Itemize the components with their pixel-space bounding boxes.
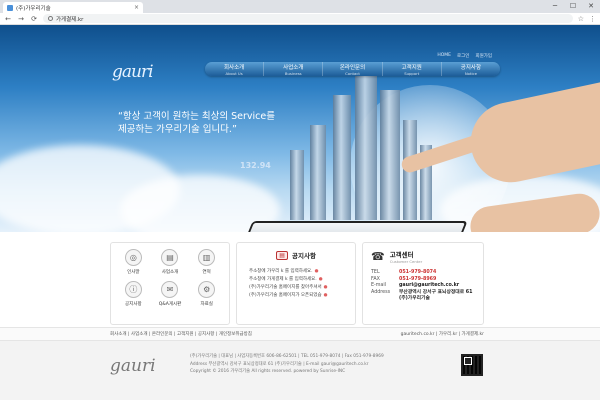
hero-slogan: “항상 고객이 원하는 최상의 Service를 제공하는 가우리기술 입니다.…	[118, 110, 275, 136]
building-image	[333, 95, 351, 220]
contact-row: (주)가우리기술	[399, 296, 430, 301]
document-icon: ▤	[161, 249, 179, 266]
new-badge-icon: ●	[314, 269, 319, 274]
building-image	[355, 70, 377, 220]
notice-item[interactable]: 주소창에 가게결제 k 를 입력하세요. ●	[249, 276, 347, 284]
browser-menu-icon[interactable]: ⋮	[589, 15, 596, 23]
chart-number: 132.94	[240, 161, 271, 170]
customer-center-box: ☎ 고객센터 Customer Center TEL 051-979-8074 F…	[362, 242, 484, 325]
globe-icon: ◎	[124, 249, 142, 266]
footer-nav: 회사소개 | 사업소개 | 온라인문의 | 고객지원 | 공지사항 | 개인정보…	[0, 327, 600, 341]
util-link-login[interactable]: 로그인	[457, 53, 469, 59]
customer-title: 고객센터	[389, 251, 414, 259]
gear-icon: ⚙	[198, 281, 216, 298]
main-nav: 회사소개 About Us 사업소개 Business 온라인문의 Contact 고…	[205, 62, 500, 76]
tab-close-icon[interactable]: ×	[134, 4, 139, 11]
tablet-image	[241, 221, 468, 232]
building-image	[290, 150, 304, 220]
back-icon[interactable]: ←	[4, 15, 12, 23]
footer: gauri (주)가우리기술 | 대표님 | 사업자등록번호 606-86-62…	[0, 341, 600, 400]
forward-icon[interactable]: →	[17, 15, 25, 23]
chart-icon: ▥	[198, 249, 216, 266]
slogan-line-2: 제공하는 가우리기술 입니다.”	[118, 124, 237, 135]
building-image	[310, 125, 326, 220]
nav-item-business[interactable]: 사업소개 Business	[264, 62, 324, 76]
close-window-icon[interactable]: ✕	[582, 0, 600, 12]
notice-list: 주소창에 가우리 k 를 입력하세요. ● 주소창에 가게결제 k 를 입력하세요…	[237, 260, 355, 300]
address-bar[interactable]: 가게결제.kr	[43, 14, 573, 23]
footer-info: (주)가우리기술 | 대표님 | 사업자등록번호 606-86-62501 | …	[190, 353, 384, 376]
maximize-icon[interactable]: ☐	[564, 0, 582, 12]
quick-link-greeting[interactable]: ◎ 인사말	[115, 249, 152, 275]
footer-site-links[interactable]: gauritech.co.kr | 가우리.kr | 가게결제.kr	[401, 331, 484, 337]
reload-icon[interactable]: ⟳	[30, 15, 38, 23]
footer-links[interactable]: 회사소개 | 사업소개 | 온라인문의 | 고객지원 | 공지사항 | 개인정보…	[110, 331, 252, 337]
window-controls: ─ ☐ ✕	[546, 0, 600, 12]
notice-title[interactable]: 공지사항	[292, 250, 316, 260]
quick-link-notice[interactable]: ⓘ 공지사항	[115, 281, 152, 307]
minimize-icon[interactable]: ─	[546, 0, 564, 12]
browser-tabbar: (주)가우리기술 × ─ ☐ ✕	[0, 0, 600, 13]
footer-line: Address 부산광역시 강서구 표뇌상정대로 61 (주)가우리기술 | E…	[190, 361, 369, 367]
notice-item[interactable]: 주소창에 가우리 k 를 입력하세요. ●	[249, 268, 347, 276]
notice-item[interactable]: (주)가우리기술 홈페이지가 오픈되었습 ●	[249, 292, 347, 300]
qr-code-icon	[461, 354, 483, 376]
nav-item-about[interactable]: 회사소개 About Us	[205, 62, 265, 76]
main-content: ◎ 인사말 ▤ 사업소개 ▥ 연혁 ⓘ 공지사항 ✉ Q&A게시판 ⚙ 자료실 ▤ 공지사항…	[0, 232, 600, 327]
nav-item-notice[interactable]: 공지사항 Notice	[442, 62, 500, 76]
nav-item-contact[interactable]: 온라인문의 Contact	[323, 62, 383, 76]
footer-line: (주)가우리기술 | 대표님 | 사업자등록번호 606-86-62501 | …	[190, 354, 384, 359]
bookmark-star-icon[interactable]: ☆	[578, 15, 584, 23]
phone-icon: ☎	[371, 250, 385, 263]
quick-link-business[interactable]: ▤ 사업소개	[152, 249, 189, 275]
hero-banner: 132.94 gauri HOME 로그인 회원가입 회사소개 About Us …	[0, 25, 600, 232]
quick-link-history[interactable]: ▥ 연혁	[188, 249, 225, 275]
nav-item-support[interactable]: 고객지원 Support	[383, 62, 442, 76]
footer-logo: gauri	[110, 356, 156, 376]
util-link-join[interactable]: 회원가입	[475, 53, 492, 59]
notice-board-icon: ▤	[276, 250, 289, 260]
qa-icon: ✉	[161, 281, 179, 298]
slogan-line-1: “항상 고객이 원하는 최상의 Service를	[118, 111, 275, 122]
notice-box: ▤ 공지사항 주소창에 가우리 k 를 입력하세요. ● 주소창에 가게결제 k …	[236, 242, 356, 325]
site-logo[interactable]: gauri	[112, 62, 154, 82]
browser-toolbar: ← → ⟳ 가게결제.kr ☆ ⋮	[0, 13, 600, 25]
util-links: HOME 로그인 회원가입	[437, 53, 492, 59]
quick-link-archive[interactable]: ⚙ 자료실	[188, 281, 225, 307]
quick-link-qa[interactable]: ✉ Q&A게시판	[152, 281, 189, 307]
customer-subtitle: Customer Center	[389, 259, 423, 264]
notice-item[interactable]: (주)가우리기술 홈페이지를 찾아주셔서 ●	[249, 284, 347, 292]
browser-tab[interactable]: (주)가우리기술 ×	[3, 2, 143, 13]
new-badge-icon: ●	[323, 293, 328, 298]
info-icon[interactable]	[48, 16, 53, 21]
notice-icon: ⓘ	[124, 281, 142, 298]
quick-menu-box: ◎ 인사말 ▤ 사업소개 ▥ 연혁 ⓘ 공지사항 ✉ Q&A게시판 ⚙ 자료실	[110, 242, 230, 325]
new-badge-icon: ●	[318, 277, 323, 282]
url-text[interactable]: 가게결제.kr	[56, 15, 83, 23]
util-link-home[interactable]: HOME	[437, 53, 451, 59]
new-badge-icon: ●	[323, 285, 328, 290]
tab-title: (주)가우리기술	[16, 5, 51, 12]
footer-line: Copyright © 2016 가우리기술 All rights reserv…	[190, 369, 346, 374]
favicon-icon	[7, 4, 13, 11]
building-image	[380, 90, 400, 220]
